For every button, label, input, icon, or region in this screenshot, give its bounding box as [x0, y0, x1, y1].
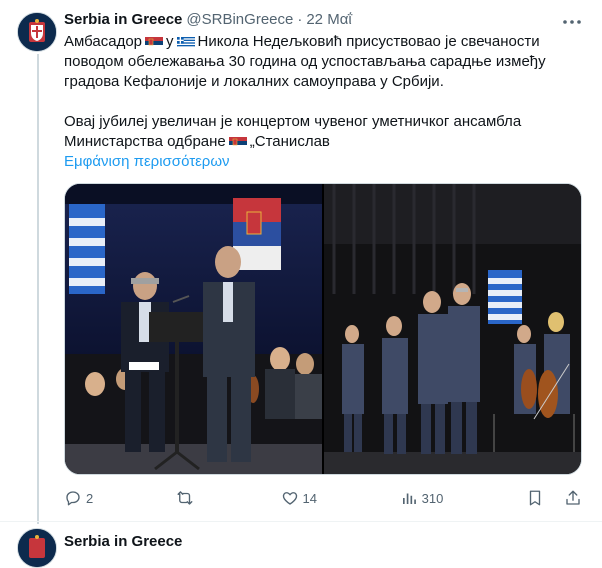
show-more-link[interactable]: Εμφάνιση περισσότερων: [64, 152, 586, 172]
reply-button[interactable]: 2: [64, 489, 93, 507]
retweet-icon: [177, 491, 193, 505]
retweet-button[interactable]: [176, 489, 198, 507]
tweet-date[interactable]: 22 Μαΐ: [306, 10, 351, 30]
bookmark-icon: [529, 490, 541, 506]
next-author-name[interactable]: Serbia in Greece: [64, 532, 182, 552]
text-line4: Овај јубилеј увеличан је концертом чувен…: [64, 113, 522, 130]
more-icon: [563, 20, 581, 24]
tweet-text: Амбасадор у Никола Недељковић присуствовао…: [64, 32, 586, 172]
text-line1-b: у: [166, 33, 174, 50]
serbia-flag-icon: [228, 135, 247, 147]
author-handle[interactable]: @SRBinGreece: [186, 10, 293, 30]
tweet-divider: [0, 521, 602, 522]
orchestra-photo-image: [324, 184, 581, 474]
avatar[interactable]: [17, 12, 57, 52]
serbia-flag-icon: [145, 35, 164, 47]
view-count: 310: [421, 490, 444, 506]
text-line5-b: „Станислав: [249, 133, 330, 150]
author-name[interactable]: Serbia in Greece: [64, 10, 182, 30]
separator: ·: [297, 11, 303, 28]
text-line1-a: Амбасадор: [64, 33, 143, 50]
next-avatar[interactable]: [17, 528, 57, 568]
text-line5-a: Министарства одбране: [64, 133, 226, 150]
bookmark-button[interactable]: [526, 489, 544, 507]
text-line3: градова Кефалоније и локалних самоуправа…: [64, 73, 444, 90]
thread-line: [37, 54, 39, 524]
tweet-header: Serbia in Greece @SRBinGreece · 22 Μαΐ: [64, 10, 586, 30]
serbia-coat-of-arms-icon: [18, 529, 56, 567]
ceremony-photo-image: [65, 184, 322, 474]
tweet[interactable]: Serbia in Greece @SRBinGreece · 22 Μαΐ А…: [64, 10, 586, 172]
greece-flag-icon: [176, 35, 195, 47]
views-icon: [402, 493, 416, 504]
share-icon: [566, 490, 580, 505]
like-count: 14: [302, 490, 317, 506]
serbia-coat-of-arms-icon: [18, 13, 56, 51]
text-line2: поводом обележавања 30 година од успоста…: [64, 53, 546, 70]
more-options-button[interactable]: [562, 14, 582, 30]
share-button[interactable]: [564, 489, 582, 507]
like-icon: [282, 492, 297, 505]
photo-2[interactable]: [324, 184, 581, 474]
tweet-actions: 2 14 310: [64, 486, 582, 510]
views-button[interactable]: 310: [400, 489, 444, 507]
text-line1-c: Никола Недељковић присуствовао је свечан…: [197, 33, 540, 50]
reply-icon: [66, 491, 80, 506]
photo-1[interactable]: [65, 184, 322, 474]
media-grid: [64, 183, 582, 475]
like-button[interactable]: 14: [281, 489, 317, 507]
reply-count: 2: [86, 490, 94, 506]
